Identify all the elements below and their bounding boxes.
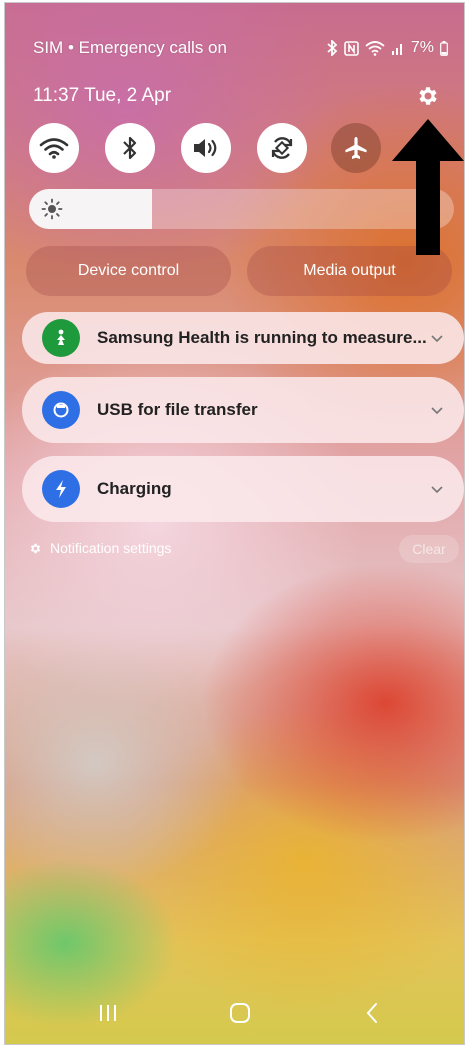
recent-apps-button[interactable]: [93, 998, 123, 1028]
wifi-status-icon: [365, 40, 385, 56]
notification-samsung-health[interactable]: Samsung Health is running to measure...: [22, 312, 464, 364]
back-button[interactable]: [357, 998, 387, 1028]
carrier-label: SIM • Emergency calls on: [33, 38, 227, 57]
samsung-health-icon: [42, 319, 80, 357]
home-button[interactable]: [225, 998, 255, 1028]
notification-title: Samsung Health is running to measure...: [97, 328, 427, 347]
device-control-label: Device control: [77, 262, 180, 279]
time-date-row: 11:37 Tue, 2 Apr: [33, 83, 440, 109]
clear-button[interactable]: Clear: [399, 535, 459, 563]
notification-settings-label: Notification settings: [50, 540, 172, 556]
recent-apps-icon: [100, 1005, 116, 1021]
airplane-toggle[interactable]: [331, 123, 381, 173]
airplane-icon: [345, 137, 367, 159]
rotate-icon: [271, 137, 293, 159]
wifi-icon: [39, 138, 69, 159]
wifi-toggle[interactable]: [29, 123, 79, 173]
chevron-down-icon[interactable]: [430, 482, 444, 496]
battery-icon: [440, 40, 448, 56]
back-icon: [366, 1003, 377, 1023]
clear-label: Clear: [412, 541, 446, 557]
chevron-down-icon[interactable]: [430, 403, 444, 417]
nfc-icon: [344, 40, 359, 56]
device-control-button[interactable]: Device control: [26, 246, 231, 296]
chevron-down-icon[interactable]: [430, 331, 444, 345]
media-output-label: Media output: [303, 262, 396, 279]
auto-rotate-toggle[interactable]: [257, 123, 307, 173]
notification-usb[interactable]: USB for file transfer: [22, 377, 464, 443]
annotation-arrow-icon: [392, 119, 464, 255]
quick-toggles: [25, 123, 385, 173]
usb-icon: [42, 391, 80, 429]
time-date: 11:37 Tue, 2 Apr: [33, 85, 172, 106]
notification-shade: SIM • Emergency calls on 7% 11:37 Tue, 2…: [4, 2, 465, 1045]
notification-title: USB for file transfer: [97, 400, 258, 419]
notification-charging[interactable]: Charging: [22, 456, 464, 522]
bluetooth-icon: [123, 136, 137, 160]
bluetooth-status-icon: [327, 40, 338, 56]
notification-settings-link[interactable]: Notification settings: [29, 540, 171, 556]
bluetooth-toggle[interactable]: [105, 123, 155, 173]
signal-icon: [391, 44, 402, 55]
speaker-icon: [194, 139, 217, 157]
lightning-icon: [42, 470, 80, 508]
status-bar: SIM • Emergency calls on 7%: [33, 37, 448, 59]
gear-icon[interactable]: [416, 84, 440, 108]
navigation-bar: [5, 992, 464, 1032]
notification-title: Charging: [97, 479, 172, 498]
battery-percent: 7%: [410, 39, 434, 56]
home-icon: [230, 1003, 250, 1023]
sun-icon: [41, 198, 63, 220]
sound-toggle[interactable]: [181, 123, 231, 173]
gear-icon: [30, 543, 41, 553]
